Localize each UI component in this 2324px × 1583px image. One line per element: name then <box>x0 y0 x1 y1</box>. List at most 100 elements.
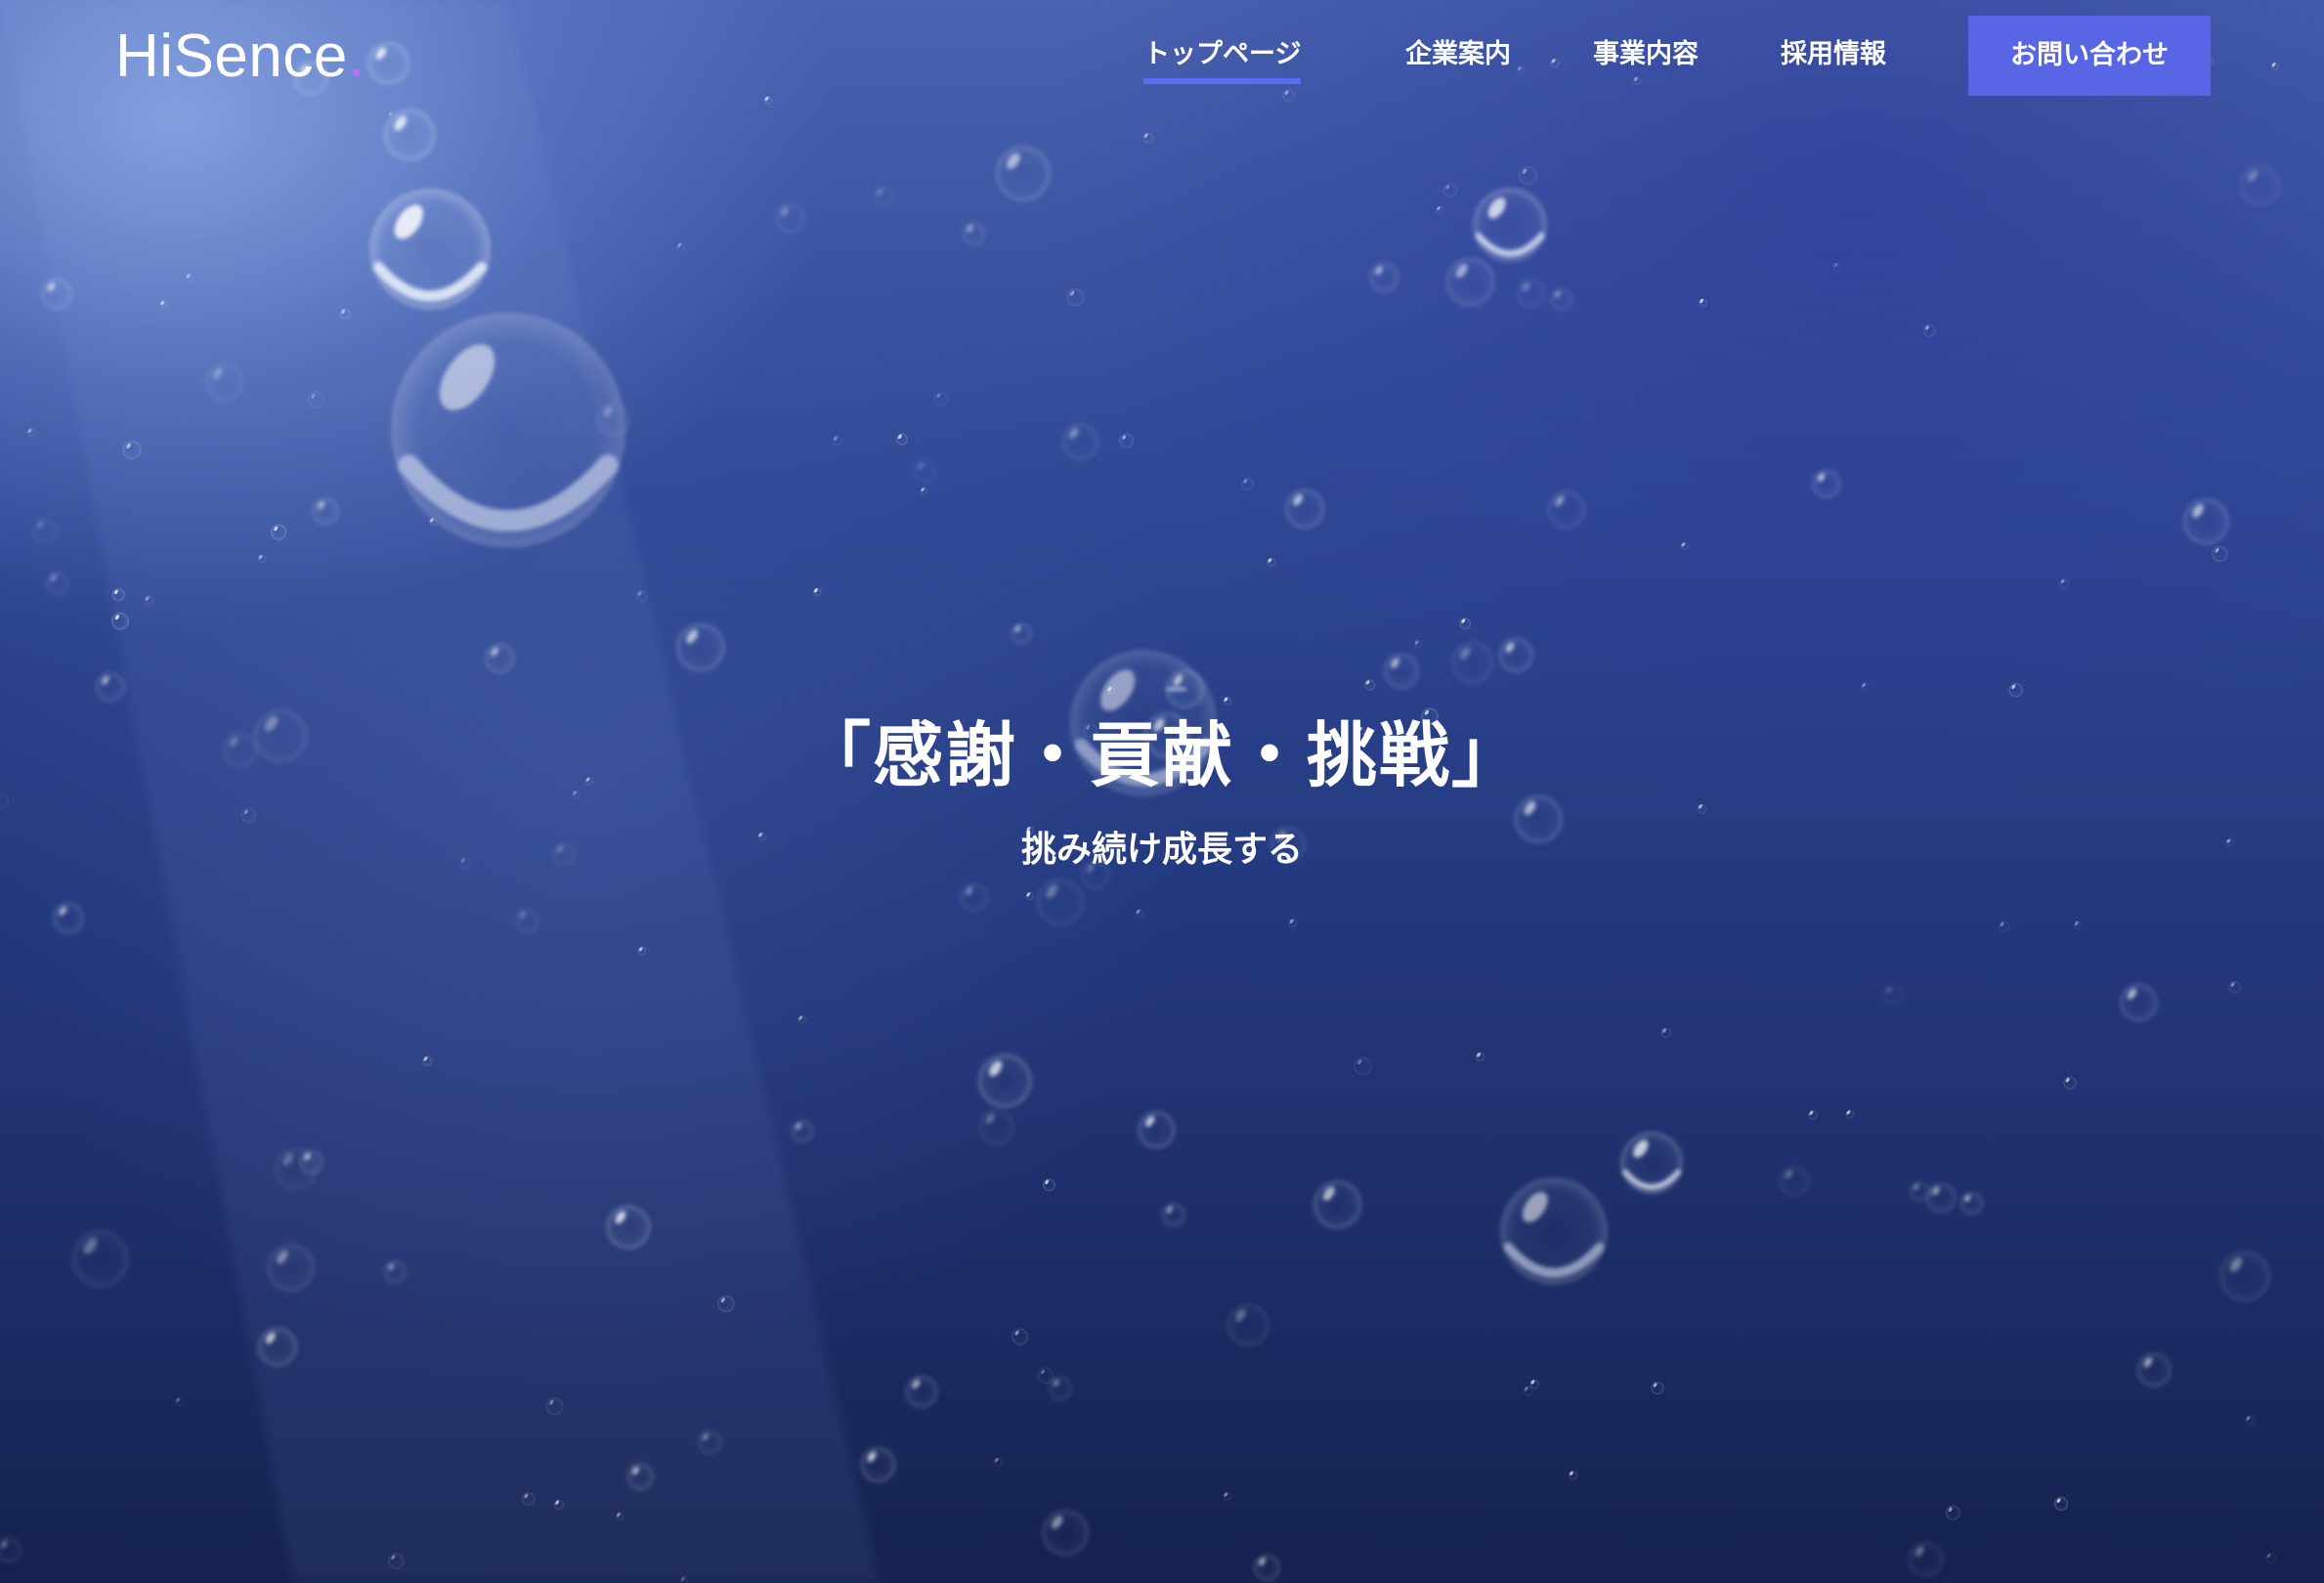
bubble <box>1042 1509 1089 1557</box>
bubble <box>797 1015 806 1024</box>
bubble <box>2265 1553 2276 1563</box>
bubble <box>2119 983 2158 1022</box>
bubble <box>1043 1178 1055 1191</box>
bubble <box>1227 1304 1270 1347</box>
bubble <box>1119 433 1135 449</box>
bubble <box>626 1463 654 1490</box>
bubble <box>1882 984 1904 1005</box>
bubble <box>1284 489 1325 530</box>
bubble <box>1660 1027 1672 1039</box>
bubble <box>1500 1177 1608 1285</box>
nav-item-company[interactable]: 企業案内 <box>1405 29 1511 80</box>
bubble <box>339 308 351 320</box>
bubble <box>312 497 340 526</box>
bubble <box>1036 877 1085 926</box>
bubble <box>271 524 287 540</box>
bubble <box>1550 288 1573 311</box>
bubble <box>1959 1192 1983 1216</box>
bubble <box>1442 183 1458 198</box>
bubble <box>0 1537 22 1563</box>
bubble <box>2059 578 2070 589</box>
bubble <box>307 391 324 408</box>
bubble <box>26 428 36 438</box>
bubble <box>896 433 908 446</box>
bubble <box>1476 1051 1485 1062</box>
bubble <box>1518 165 1537 186</box>
bubble <box>1908 1541 1944 1578</box>
bubble <box>977 1053 1033 1108</box>
bubble <box>676 622 725 672</box>
nav-item-recruit[interactable]: 採用情報 <box>1781 29 1886 80</box>
brand-logo[interactable]: HiSence. <box>115 20 366 94</box>
bubble <box>2053 1496 2069 1511</box>
bubble <box>905 1375 938 1408</box>
bubble <box>522 1492 536 1506</box>
bubble <box>1025 892 1034 901</box>
bubble <box>31 518 58 544</box>
bubble <box>873 186 894 207</box>
bubble <box>962 222 986 246</box>
bubble <box>1223 697 1232 706</box>
bubble <box>1832 262 1842 272</box>
bubble <box>920 487 928 495</box>
bubble <box>1697 803 1707 814</box>
nav-item-top-page[interactable]: トップページ <box>1143 29 1302 84</box>
bubble <box>913 459 937 484</box>
bubble <box>993 1457 1003 1467</box>
bubble <box>40 278 73 310</box>
bubble <box>391 313 625 547</box>
bubble <box>596 402 631 437</box>
bubble <box>960 882 989 913</box>
bubble <box>175 1397 184 1406</box>
bubble <box>1620 1132 1683 1194</box>
site-header: HiSence. トップページ 企業案内 事業内容 採用情報 お問い合わせ <box>0 0 2324 109</box>
bubble <box>1516 278 1546 309</box>
bubble <box>1945 1505 1960 1520</box>
bubble <box>1808 1110 1818 1120</box>
bubble <box>2182 497 2230 545</box>
bubble <box>791 1120 814 1143</box>
bubble <box>2063 1076 2077 1091</box>
bubble <box>240 807 257 824</box>
contact-button[interactable]: お問い合わせ <box>1968 16 2211 96</box>
bubble <box>2074 920 2083 929</box>
bubble <box>1364 679 1376 691</box>
bubble <box>1267 558 1276 567</box>
bubble <box>1651 1381 1664 1395</box>
bubble <box>1569 1471 1578 1480</box>
bubble <box>1354 1056 1372 1076</box>
bubble <box>204 363 244 403</box>
bubble <box>2245 1415 2256 1426</box>
bubble <box>2228 981 2242 994</box>
bubble <box>267 1244 315 1292</box>
bubble <box>2239 164 2281 206</box>
bubble <box>514 908 539 934</box>
bubble <box>1861 682 1870 692</box>
bubble <box>1011 1328 1029 1346</box>
nav-item-business[interactable]: 事業内容 <box>1593 29 1699 80</box>
bubble <box>71 1229 130 1288</box>
bubble <box>1413 640 1423 649</box>
bubble <box>111 588 125 602</box>
bubble <box>1459 618 1472 629</box>
bubble <box>2212 545 2228 563</box>
bubble <box>122 441 142 460</box>
bubble <box>1383 653 1420 689</box>
bubble <box>1037 1367 1054 1384</box>
hero-section: HiSence. トップページ 企業案内 事業内容 採用情報 お問い合わせ 「感… <box>0 0 2324 1583</box>
bubble <box>1138 1110 1176 1149</box>
bubble <box>1162 1203 1185 1227</box>
bubble <box>387 1553 405 1569</box>
bubble <box>1061 423 1099 461</box>
bubble <box>1922 323 1936 337</box>
bubble <box>933 391 949 406</box>
brand-dot: . <box>347 22 366 90</box>
bubble <box>1498 637 1533 673</box>
bubble <box>52 902 84 934</box>
bubble <box>1223 1492 1231 1501</box>
bubble <box>1165 669 1205 709</box>
bubble <box>606 1205 651 1250</box>
bubble <box>1011 622 1032 645</box>
bubble <box>1253 1554 1280 1581</box>
bubble <box>860 1447 896 1482</box>
